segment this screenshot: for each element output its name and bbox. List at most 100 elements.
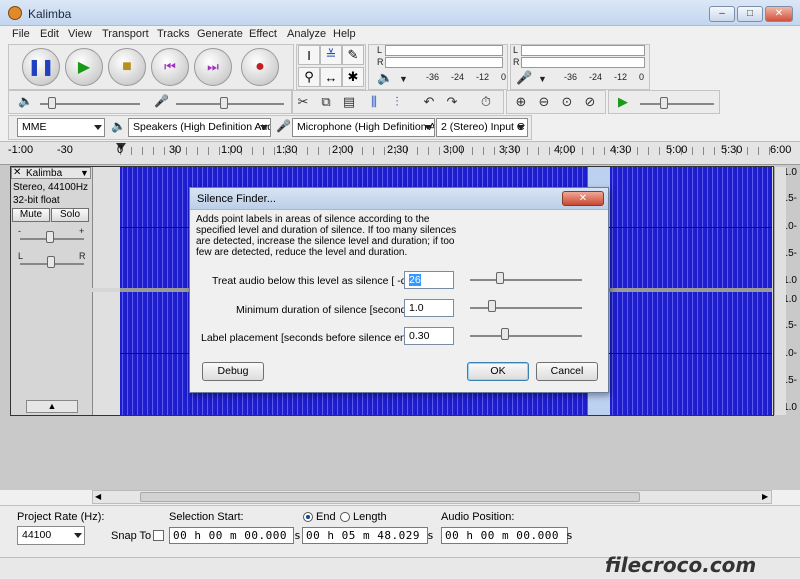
menu-transport[interactable]: Transport — [102, 28, 149, 40]
trim-button[interactable]: ⫼ — [363, 92, 385, 112]
stop-button[interactable]: ■ — [108, 48, 146, 86]
project-rate-select[interactable]: 44100 — [17, 526, 85, 545]
menu-view[interactable]: View — [68, 28, 92, 40]
min-duration-input[interactable]: 1.0 — [404, 299, 454, 317]
cancel-button[interactable]: Cancel — [536, 362, 598, 381]
draw-tool[interactable]: ✎ — [342, 45, 364, 65]
minimize-button[interactable]: – — [709, 6, 735, 22]
headphones-icon — [8, 6, 22, 20]
scroll-right-icon[interactable]: ▶ — [762, 491, 772, 503]
microphone-icon: 🎤 — [154, 94, 169, 108]
speaker-icon: 🔈 — [111, 119, 126, 133]
project-rate-label: Project Rate (Hz): — [17, 511, 105, 523]
track-name[interactable]: Kalimba — [26, 168, 62, 179]
end-radio[interactable] — [303, 512, 313, 522]
solo-button[interactable]: Solo — [51, 208, 89, 222]
maximize-button[interactable]: □ — [737, 6, 763, 22]
label-placement-input[interactable]: 0.30 — [404, 327, 454, 345]
play-speed-slider[interactable] — [640, 103, 714, 105]
input-volume-slider[interactable] — [176, 103, 284, 105]
play-icon: ▶ — [77, 59, 91, 76]
selection-tool[interactable]: I — [298, 45, 320, 65]
scroll-left-icon[interactable]: ◀ — [95, 491, 105, 503]
menu-analyze[interactable]: Analyze — [287, 28, 326, 40]
playback-meter-right — [385, 57, 503, 68]
close-button[interactable]: ✕ — [765, 6, 793, 22]
label-placement-thumb[interactable] — [501, 328, 509, 340]
rec-meter-tick: -24 — [589, 72, 603, 82]
pause-button[interactable]: ❚❚ — [22, 48, 60, 86]
input-device-select[interactable]: Microphone (High Definition Au — [292, 118, 435, 137]
record-button[interactable]: ● — [241, 48, 279, 86]
gain-minus: - — [18, 226, 21, 236]
ruler-label: -30 — [57, 144, 73, 156]
dropdown-icon[interactable]: ▼ — [399, 74, 408, 84]
track-menu-button[interactable]: ▼ — [80, 168, 89, 178]
audio-position-time[interactable]: 00 h 00 m 00.000 s — [441, 527, 573, 544]
audio-host-select[interactable]: MME — [17, 118, 105, 137]
track-info-rate: Stereo, 44100Hz — [13, 182, 89, 193]
debug-button[interactable]: Debug — [202, 362, 264, 381]
silence-level-label: Treat audio below this level as silence … — [212, 275, 420, 287]
zoom-in-button[interactable]: ⊕ — [510, 92, 532, 112]
output-volume-thumb[interactable] — [48, 97, 56, 109]
dialog-close-button[interactable]: ✕ — [562, 191, 604, 206]
menu-edit[interactable]: Edit — [40, 28, 59, 40]
output-device-select[interactable]: Speakers (High Definition Audi — [128, 118, 271, 137]
silence-level-input[interactable]: 26 — [404, 271, 454, 289]
timeshift-tool[interactable]: ↔ — [320, 67, 342, 87]
track-close-button[interactable]: ✕ — [13, 167, 21, 178]
play-speed-thumb[interactable] — [660, 97, 668, 109]
menu-generate[interactable]: Generate — [197, 28, 243, 40]
sync-lock-button[interactable]: ⏱ — [475, 92, 497, 112]
menu-effect[interactable]: Effect — [249, 28, 277, 40]
menu-help[interactable]: Help — [333, 28, 356, 40]
zoom-out-icon: ⊖ — [538, 94, 550, 109]
fit-project-button[interactable]: ⊘ — [579, 92, 601, 112]
input-channels-select[interactable]: 2 (Stereo) Input C — [436, 118, 528, 137]
ok-button[interactable]: OK — [467, 362, 529, 381]
ruler-label: 5:00 — [666, 144, 688, 156]
mute-button[interactable]: Mute — [12, 208, 50, 222]
output-device-value: Speakers (High Definition Audi — [133, 121, 271, 133]
silence-level-slider[interactable] — [470, 279, 582, 281]
copy-button[interactable]: ⧉ — [315, 92, 337, 112]
length-radio[interactable] — [340, 512, 350, 522]
microphone-icon: 🎤 — [516, 70, 533, 85]
scrollbar-thumb[interactable] — [140, 492, 640, 502]
vertical-scrollbar[interactable] — [774, 167, 786, 415]
menu-tracks[interactable]: Tracks — [157, 28, 190, 40]
skip-start-button[interactable]: ⏮ — [151, 48, 189, 86]
ruler-label: 2:30 — [387, 144, 409, 156]
redo-button[interactable]: ↷ — [441, 92, 463, 112]
fit-project-icon: ⊘ — [584, 94, 596, 109]
cut-button[interactable]: ✂ — [292, 92, 314, 112]
min-duration-thumb[interactable] — [488, 300, 496, 312]
selection-start-time[interactable]: 00 h 00 m 00.000 s — [169, 527, 301, 544]
gain-thumb[interactable] — [46, 231, 54, 243]
envelope-tool[interactable]: ≚ — [320, 45, 342, 65]
multi-tool[interactable]: ✱ — [342, 67, 364, 87]
min-duration-slider[interactable] — [470, 307, 582, 309]
snap-to-checkbox[interactable] — [153, 530, 164, 541]
pan-thumb[interactable] — [47, 256, 55, 268]
fit-selection-button[interactable]: ⊙ — [556, 92, 578, 112]
zoom-tool[interactable]: ⚲ — [298, 67, 320, 87]
play-at-speed-button[interactable]: ▶ — [612, 92, 634, 112]
ruler-label: -1:00 — [8, 144, 34, 156]
silence-button[interactable]: ⫶ — [386, 92, 408, 112]
selection-end-time[interactable]: 00 h 05 m 48.029 s — [302, 527, 434, 544]
undo-button[interactable]: ↶ — [418, 92, 440, 112]
label-placement-slider[interactable] — [470, 335, 582, 337]
input-volume-thumb[interactable] — [220, 97, 228, 109]
meter-label-l: L — [513, 45, 519, 55]
collapse-track-button[interactable]: ▲ — [26, 400, 78, 413]
play-meter-tick: 0 — [501, 72, 507, 82]
dropdown-icon[interactable]: ▼ — [538, 74, 547, 84]
skip-end-button[interactable]: ⏭ — [194, 48, 232, 86]
menu-file[interactable]: File — [12, 28, 30, 40]
paste-button[interactable]: ▤ — [338, 92, 360, 112]
play-button[interactable]: ▶ — [65, 48, 103, 86]
zoom-out-button[interactable]: ⊖ — [533, 92, 555, 112]
silence-level-thumb[interactable] — [496, 272, 504, 284]
